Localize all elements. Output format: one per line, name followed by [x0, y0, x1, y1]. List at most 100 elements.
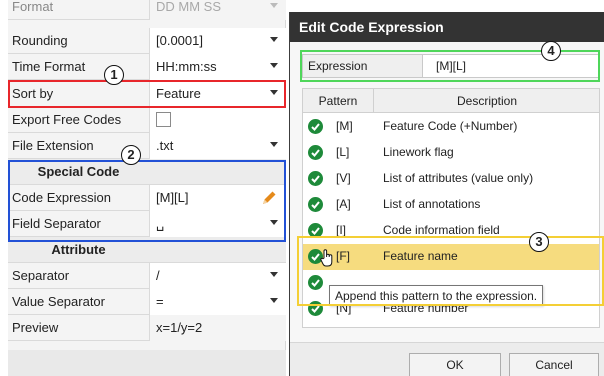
pattern-code: [L]	[336, 145, 350, 159]
property-label: Code Expression	[12, 190, 111, 205]
column-header-description[interactable]: Description	[375, 89, 599, 112]
pattern-description: Code information field	[383, 223, 500, 237]
pattern-code: [M]	[336, 119, 353, 133]
callout-number: 3	[529, 232, 549, 252]
separator-value: /	[156, 268, 160, 283]
property-value-cell: ␣	[149, 211, 286, 237]
edit-code-expression-dialog: Edit Code Expression Expression [M][L] P…	[289, 12, 604, 376]
property-row-format[interactable]: Format DD MM SS	[8, 0, 286, 20]
pattern-code: [I]	[336, 223, 347, 237]
pattern-row-selected[interactable]: [F] Feature name	[303, 244, 599, 270]
dialog-footer: OK Cancel	[290, 342, 604, 376]
property-label: Separator	[12, 268, 70, 283]
property-label: Preview	[12, 320, 59, 335]
dropdown-arrow-icon[interactable]	[270, 298, 278, 303]
callout-number: 2	[121, 145, 141, 165]
add-pattern-icon[interactable]	[308, 145, 323, 160]
property-value-cell: =	[149, 289, 286, 315]
property-label: Export Free Codes	[12, 112, 122, 127]
property-label: Field Separator	[12, 216, 101, 231]
callout-number: 1	[104, 65, 124, 85]
tooltip: Append this pattern to the expression.	[329, 285, 544, 306]
property-value-cell: HH:mm:ss	[149, 54, 286, 80]
property-row-time-format[interactable]: Time Format HH:mm:ss	[8, 54, 286, 80]
hand-cursor-icon	[320, 249, 333, 267]
pattern-code: [A]	[336, 197, 351, 211]
property-row-preview: Preview x=1/y=2	[8, 315, 286, 341]
property-value-cell: .txt	[149, 133, 286, 159]
pattern-description: List of attributes (value only)	[383, 171, 534, 185]
property-label: Rounding	[12, 33, 68, 48]
ok-button[interactable]: OK	[409, 353, 501, 376]
property-value-cell: [0.0001]	[149, 28, 286, 54]
property-row-file-extension[interactable]: File Extension .txt	[8, 133, 286, 159]
pattern-row[interactable]: [A] List of annotations	[303, 192, 599, 218]
section-header-special-code[interactable]: Special Code	[8, 159, 286, 185]
dropdown-arrow-icon[interactable]	[270, 37, 278, 42]
add-pattern-icon[interactable]	[308, 119, 323, 134]
dropdown-arrow-icon[interactable]	[270, 90, 278, 95]
pattern-row[interactable]: [V] List of attributes (value only)	[303, 166, 599, 192]
field-separator-value: ␣	[156, 216, 165, 231]
add-pattern-icon[interactable]	[308, 301, 323, 316]
expression-label: Expression	[303, 55, 423, 77]
pencil-icon[interactable]	[260, 189, 278, 207]
property-value-cell: DD MM SS	[149, 0, 286, 20]
pattern-description: List of annotations	[383, 197, 481, 211]
property-row-value-separator[interactable]: Value Separator =	[8, 289, 286, 315]
property-value-cell: /	[149, 263, 286, 289]
dialog-title-bar[interactable]: Edit Code Expression	[290, 12, 604, 42]
property-label: Sort by	[12, 86, 54, 101]
code-expression-value: [M][L]	[156, 190, 189, 205]
pattern-table-header: Pattern Description	[303, 89, 599, 113]
value-separator-value: =	[156, 294, 164, 309]
property-value-cell: Feature	[149, 81, 286, 107]
rounding-value: [0.0001]	[156, 33, 203, 48]
dropdown-arrow-icon[interactable]	[270, 272, 278, 277]
property-value-cell: x=1/y=2	[149, 315, 286, 341]
pattern-code: [F]	[336, 249, 350, 263]
property-row-separator[interactable]: Separator /	[8, 263, 286, 289]
pattern-description: Feature Code (+Number)	[383, 119, 518, 133]
section-title: Attribute	[51, 242, 106, 257]
pattern-row[interactable]: [L] Linework flag	[303, 140, 599, 166]
property-row-sort-by[interactable]: Sort by Feature	[8, 81, 286, 107]
section-title: Special Code	[37, 164, 120, 179]
pattern-row[interactable]: [I] Code information field	[303, 218, 599, 244]
dropdown-arrow-icon[interactable]	[270, 63, 278, 68]
preview-value: x=1/y=2	[156, 320, 203, 335]
property-grid: Format DD MM SS Rounding [0.0001] Time F…	[8, 0, 286, 350]
expression-field[interactable]: [M][L]	[436, 59, 466, 73]
add-pattern-icon[interactable]	[308, 171, 323, 186]
dialog-title: Edit Code Expression	[299, 19, 444, 35]
column-header-pattern[interactable]: Pattern	[303, 89, 374, 112]
add-pattern-icon[interactable]	[308, 275, 323, 290]
cancel-button[interactable]: Cancel	[509, 353, 599, 376]
file-extension-value: .txt	[156, 138, 174, 153]
property-value-cell: [M][L]	[149, 185, 286, 211]
export-free-codes-checkbox[interactable]	[156, 112, 171, 127]
property-row-code-expression[interactable]: Code Expression [M][L]	[8, 185, 286, 211]
add-pattern-icon[interactable]	[308, 223, 323, 238]
pattern-code: [V]	[336, 171, 351, 185]
pattern-row[interactable]: [M] Feature Code (+Number)	[303, 114, 599, 140]
property-value-cell	[149, 107, 286, 133]
property-label: Value Separator	[12, 294, 105, 309]
pattern-description: Feature name	[383, 249, 458, 263]
format-value: DD MM SS	[156, 0, 221, 14]
property-label: File Extension	[12, 138, 94, 153]
dropdown-arrow-icon[interactable]	[270, 220, 278, 225]
pattern-description: Linework flag	[383, 145, 454, 159]
dropdown-arrow-icon[interactable]	[270, 3, 278, 8]
grid-footer	[8, 350, 286, 376]
callout-number: 4	[541, 41, 561, 61]
time-format-value: HH:mm:ss	[156, 59, 217, 74]
property-row-export-free-codes[interactable]: Export Free Codes	[8, 107, 286, 133]
add-pattern-icon[interactable]	[308, 197, 323, 212]
property-label: Format	[12, 0, 54, 14]
property-row-rounding[interactable]: Rounding [0.0001]	[8, 28, 286, 54]
property-label: Time Format	[12, 59, 86, 74]
dropdown-arrow-icon[interactable]	[270, 142, 278, 147]
property-row-field-separator[interactable]: Field Separator ␣	[8, 211, 286, 237]
section-header-attribute[interactable]: Attribute	[8, 237, 286, 263]
